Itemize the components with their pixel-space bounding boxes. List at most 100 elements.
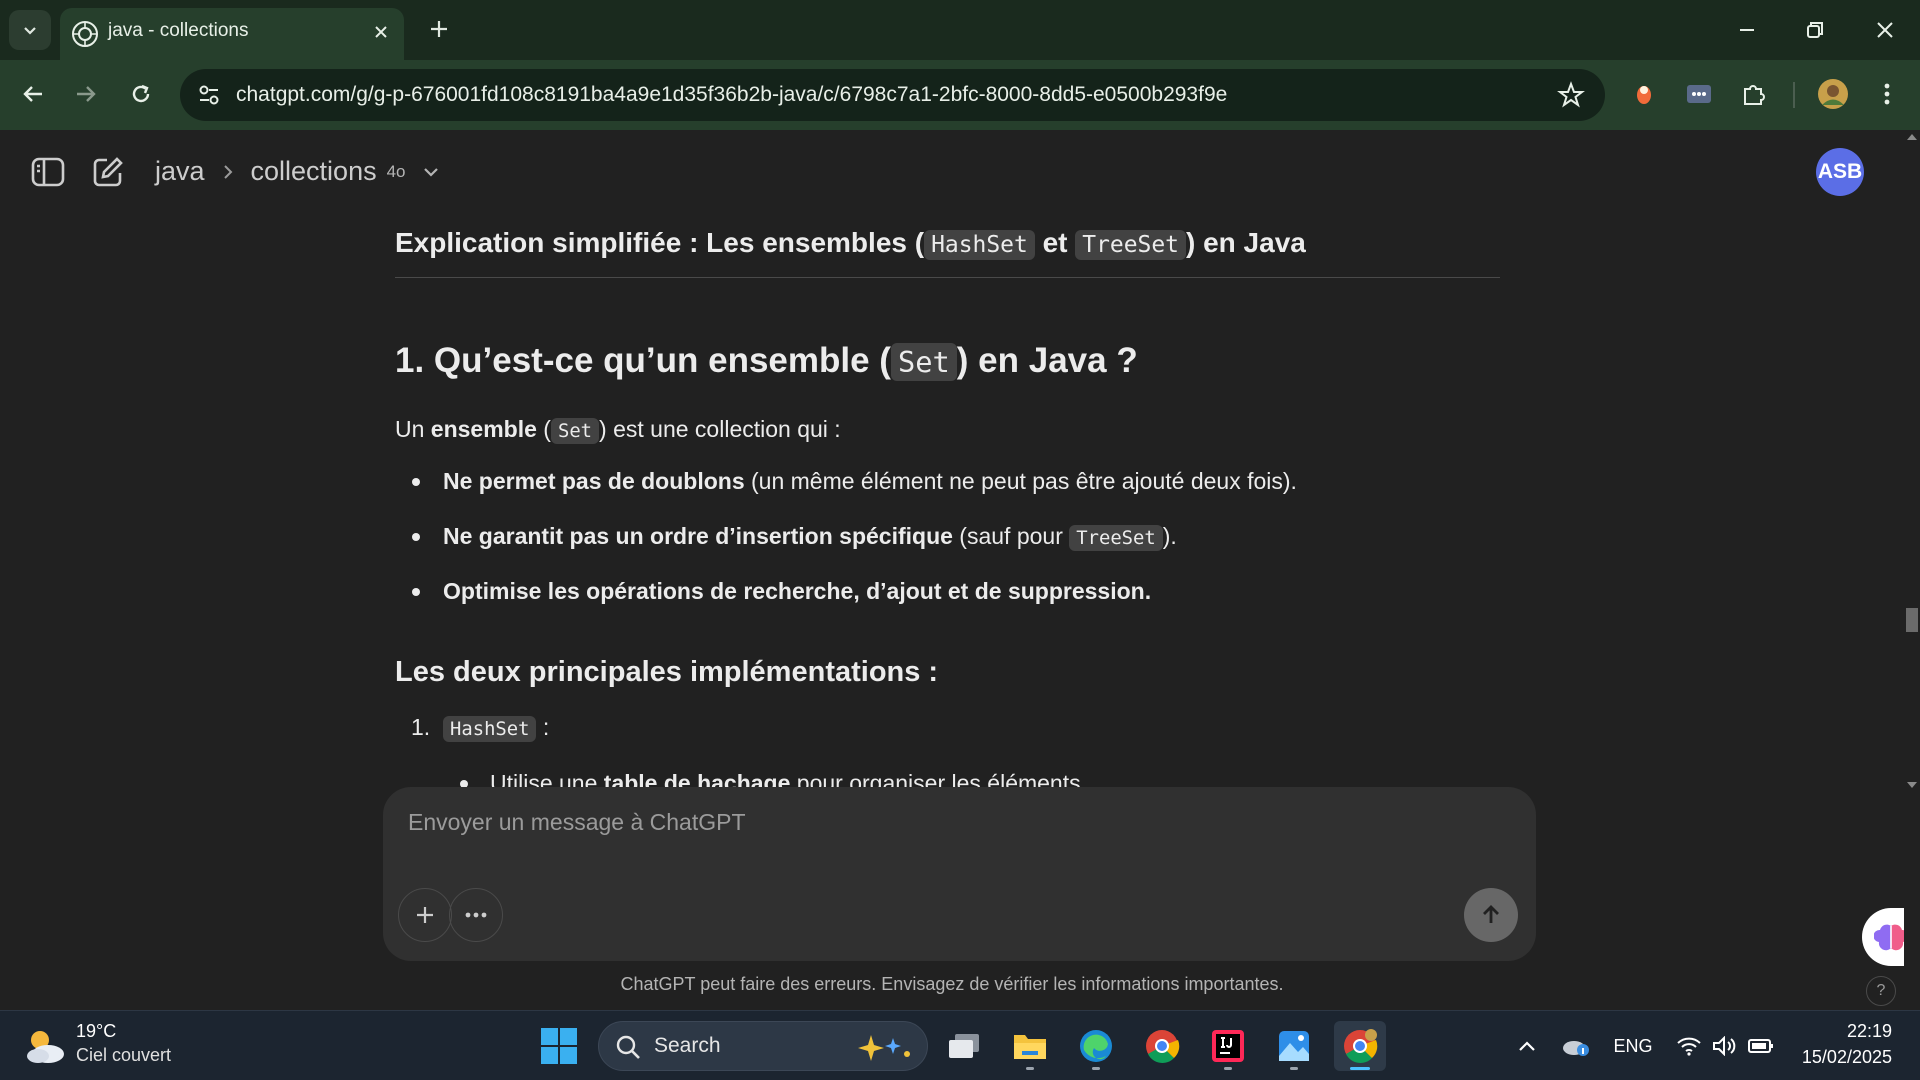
sidebar-icon — [31, 157, 65, 187]
inline-code: HashSet — [924, 230, 1035, 260]
taskbar-edge[interactable] — [1070, 1021, 1122, 1071]
clock-date[interactable]: 15/02/2025 — [1802, 1047, 1892, 1068]
chevron-up-icon — [1519, 1041, 1535, 1051]
intellij-icon — [1212, 1030, 1244, 1062]
ordered-list-item: 1. HashSet : — [411, 714, 550, 742]
extension-button-2[interactable] — [1680, 75, 1718, 113]
forward-icon — [77, 86, 96, 102]
intro-paragraph: Un ensemble (Set) est une collection qui… — [395, 416, 841, 444]
taskbar-task-view[interactable] — [938, 1021, 990, 1071]
volume-icon — [1713, 1036, 1736, 1056]
scroll-down-arrow[interactable] — [1907, 782, 1917, 788]
new-tab-button[interactable] — [424, 14, 454, 44]
extension-button[interactable] — [1625, 75, 1663, 113]
running-indicator — [1026, 1067, 1034, 1070]
forward-button[interactable] — [66, 74, 106, 114]
running-indicator — [1350, 1067, 1370, 1070]
arrow-up-icon — [1483, 905, 1499, 923]
inline-code: Set — [550, 418, 600, 444]
breadcrumb-project[interactable]: java — [155, 156, 205, 187]
reload-button[interactable] — [121, 74, 161, 114]
close-window-button[interactable] — [1862, 10, 1908, 50]
restore-button[interactable] — [1792, 10, 1838, 50]
windows-start-icon[interactable] — [540, 1027, 578, 1065]
subheading: Les deux principales implémentations : — [395, 656, 939, 688]
send-button[interactable] — [1464, 888, 1518, 942]
model-badge[interactable]: 4o — [387, 162, 406, 182]
running-indicator — [1290, 1067, 1298, 1070]
profile-button[interactable] — [1814, 75, 1852, 113]
chatgpt-page: java collections 4o ASB Explication simp… — [0, 130, 1920, 1010]
show-hidden-icons-button[interactable] — [1512, 1029, 1542, 1063]
message-input[interactable]: Envoyer un message à ChatGPT — [408, 809, 746, 836]
toggle-sidebar-button[interactable] — [28, 152, 68, 192]
scroll-thumb[interactable] — [1906, 608, 1918, 632]
scroll-up-arrow[interactable] — [1907, 134, 1917, 140]
toolbar-divider — [1793, 82, 1795, 108]
taskbar-intellij[interactable] — [1202, 1021, 1254, 1071]
inline-code: TreeSet — [1069, 525, 1163, 551]
language-indicator[interactable]: ENG — [1610, 1029, 1656, 1063]
profile-icon — [1818, 79, 1848, 109]
menu-icon — [1884, 83, 1890, 105]
more-horizontal-icon — [465, 912, 487, 918]
back-icon — [23, 86, 42, 102]
chrome-icon — [1146, 1030, 1180, 1063]
tab-title: java - collections — [108, 20, 249, 41]
tab-search-button[interactable] — [9, 10, 51, 50]
minimize-button[interactable] — [1724, 10, 1770, 50]
minimize-icon — [1740, 29, 1754, 31]
assistant-message: Explication simplifiée : Les ensembles (… — [395, 214, 1500, 846]
chevron-right-icon — [223, 164, 232, 179]
search-label: Search — [654, 1034, 721, 1057]
message-heading: Explication simplifiée : Les ensembles (… — [395, 219, 1500, 278]
tab-close-button[interactable] — [368, 19, 394, 45]
clock-time[interactable]: 22:19 — [1847, 1021, 1892, 1042]
cloudy-weather-icon[interactable] — [22, 1025, 68, 1067]
browser-menu-button[interactable] — [1868, 75, 1906, 113]
folder-icon — [1014, 1035, 1046, 1059]
close-window-icon — [1877, 22, 1893, 38]
search-icon — [616, 1035, 640, 1059]
onedrive-tray[interactable] — [1558, 1029, 1594, 1063]
page-scrollbar[interactable] — [1904, 130, 1920, 1010]
user-avatar[interactable]: ASB — [1816, 148, 1864, 196]
url-text: chatgpt.com/g/g-p-676001fd108c8191ba4a9e… — [236, 83, 1228, 106]
taskbar-chrome-active[interactable] — [1334, 1021, 1386, 1071]
sparkle-icon — [858, 1035, 910, 1061]
address-bar[interactable]: chatgpt.com/g/g-p-676001fd108c8191ba4a9e… — [180, 69, 1605, 121]
list-item: Optimise les opérations de recherche, d’… — [395, 574, 1500, 629]
browser-toolbar: chatgpt.com/g/g-p-676001fd108c8191ba4a9e… — [0, 60, 1920, 130]
back-button[interactable] — [13, 74, 53, 114]
attach-button[interactable] — [398, 888, 452, 942]
taskbar-search[interactable]: Search — [598, 1021, 928, 1071]
taskbar-chrome-profile[interactable] — [1136, 1021, 1188, 1071]
task-view-icon — [949, 1034, 979, 1058]
weather-description: Ciel couvert — [76, 1045, 172, 1065]
running-indicator — [1224, 1067, 1232, 1070]
cloud-info-icon — [1563, 1041, 1589, 1056]
message-composer[interactable]: Envoyer un message à ChatGPT — [383, 787, 1536, 961]
bookmark-star-icon[interactable] — [1557, 81, 1585, 109]
taskbar-photos[interactable] — [1268, 1021, 1320, 1071]
close-icon — [375, 26, 387, 38]
browser-tab-strip: java - collections — [0, 0, 1920, 60]
breadcrumb: java collections 4o — [155, 156, 442, 187]
battery-tray[interactable] — [1744, 1029, 1778, 1063]
volume-tray[interactable] — [1708, 1029, 1742, 1063]
breadcrumb-chat-title[interactable]: collections — [251, 156, 377, 187]
plus-icon — [431, 21, 447, 37]
wifi-icon — [1677, 1037, 1701, 1056]
list-item: Ne garantit pas un ordre d’insertion spé… — [395, 519, 1500, 574]
browser-tab-active[interactable]: java - collections — [60, 8, 404, 60]
photos-icon — [1279, 1031, 1309, 1061]
new-chat-button[interactable] — [88, 152, 128, 192]
taskbar-file-explorer[interactable] — [1004, 1021, 1056, 1071]
wifi-tray[interactable] — [1672, 1029, 1706, 1063]
chevron-down-icon[interactable] — [420, 161, 442, 183]
help-button[interactable]: ? — [1866, 976, 1896, 1006]
running-indicator — [1092, 1067, 1100, 1070]
chatgpt-favicon — [72, 21, 98, 47]
tools-button[interactable] — [449, 888, 503, 942]
extensions-menu-button[interactable] — [1735, 75, 1773, 113]
